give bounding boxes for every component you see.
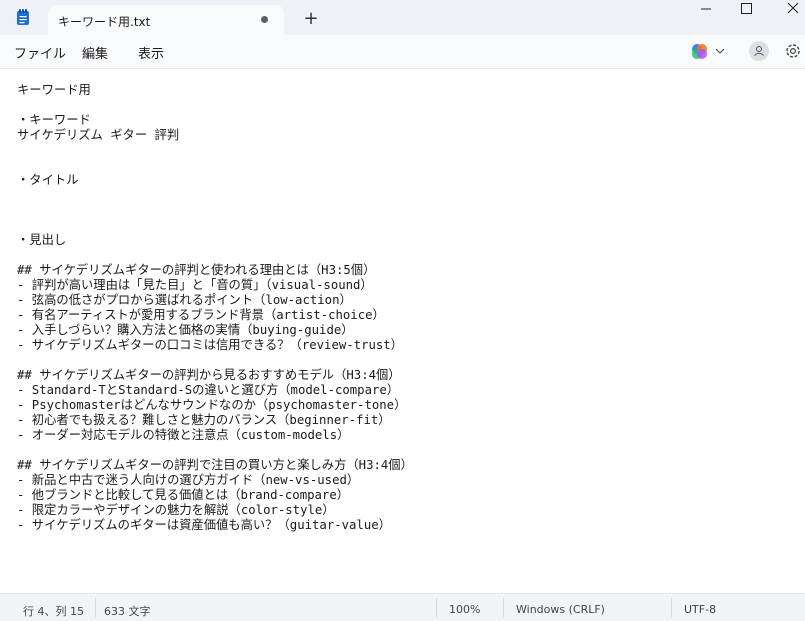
text-line: ## サイケデリズムギターの評判から見るおすすめモデル（H3:4個） — [17, 368, 401, 382]
text-line: - Standard-TとStandard-Sの違いと選び方（model-com… — [17, 383, 400, 397]
copilot-button[interactable] — [690, 42, 730, 62]
text-line: - 新品と中古で迷う人向けの選び方ガイド（new-vs-used） — [17, 473, 360, 487]
status-divider — [671, 598, 672, 618]
unsaved-indicator-icon[interactable] — [261, 16, 268, 23]
gear-icon[interactable] — [784, 42, 802, 60]
encoding[interactable]: UTF-8 — [684, 603, 716, 616]
status-divider — [503, 598, 504, 618]
text-line: - 入手しづらい？購入方法と価格の実情（buying-guide） — [17, 323, 354, 337]
text-line: - 他ブランドと比較して見る価値とは（brand-compare） — [17, 488, 350, 502]
status-divider — [436, 598, 437, 618]
menu-file[interactable]: ファイル — [14, 43, 66, 62]
title-bar: キーワード用.txt + — [0, 0, 805, 35]
tab-document[interactable]: キーワード用.txt — [48, 5, 284, 35]
text-line: - 評判が高い理由は「見た目」と「音の質」（visual-sound） — [17, 278, 373, 292]
text-line: - オーダー対応モデルの特徴と注意点（custom-models） — [17, 428, 350, 442]
document-text[interactable]: キーワード用 ・キーワード サイケデリズム ギター 評判 ・タイトル ・見出し … — [17, 83, 797, 533]
menu-bar: ファイル 編集 表示 — [0, 35, 805, 69]
account-button[interactable] — [749, 41, 769, 61]
text-line: ・見出し — [17, 233, 67, 247]
char-count: 633 文字 — [104, 605, 151, 618]
line-ending[interactable]: Windows (CRLF) — [516, 603, 605, 616]
text-line: - Psychomasterはどんなサウンドなのか（psychomaster-t… — [17, 398, 407, 412]
copilot-icon — [692, 44, 725, 59]
text-line: ・キーワード — [17, 113, 91, 127]
text-line: ## サイケデリズムギターの評判で注目の買い方と楽しみ方（H3:4個） — [17, 458, 413, 472]
status-divider — [95, 598, 96, 618]
maximize-icon[interactable] — [723, 0, 769, 32]
text-line: サイケデリズム ギター 評判 — [17, 128, 180, 142]
text-editor[interactable]: キーワード用 ・キーワード サイケデリズム ギター 評判 ・タイトル ・見出し … — [0, 69, 805, 593]
new-tab-button[interactable]: + — [300, 7, 322, 29]
text-line: - サイケデリズムのギターは資産価値も高い？（guitar-value） — [17, 518, 391, 532]
notepad-icon — [17, 9, 29, 25]
text-line: - サイケデリズムギターの口コミは信用できる？（review-trust） — [17, 338, 403, 352]
chevron-down-icon — [715, 48, 725, 54]
text-line: - 有名アーティストが愛用するブランド背景（artist-choice） — [17, 308, 385, 322]
close-icon[interactable] — [770, 0, 805, 32]
account-icon — [754, 46, 764, 56]
text-line: ## サイケデリズムギターの評判と使われる理由とは（H3:5個） — [17, 263, 376, 277]
menu-edit[interactable]: 編集 — [82, 43, 108, 62]
text-line: ・タイトル — [17, 173, 79, 187]
text-line: - 初心者でも扱える？難しさと魅力のバランス（beginner-fit） — [17, 413, 391, 427]
text-line: キーワード用 — [17, 83, 91, 97]
menu-view[interactable]: 表示 — [138, 43, 164, 62]
tab-title: キーワード用.txt — [58, 15, 151, 29]
text-line: - 限定カラーやデザインの魅力を解説（color-style） — [17, 503, 335, 517]
status-bar: 行 4、列 15 633 文字 100% Windows (CRLF) UTF-… — [0, 593, 805, 621]
zoom-level[interactable]: 100% — [449, 603, 480, 616]
text-line: - 弦高の低さがプロから選ばれるポイント（low-action） — [17, 293, 352, 307]
cursor-position: 行 4、列 15 — [23, 605, 84, 618]
